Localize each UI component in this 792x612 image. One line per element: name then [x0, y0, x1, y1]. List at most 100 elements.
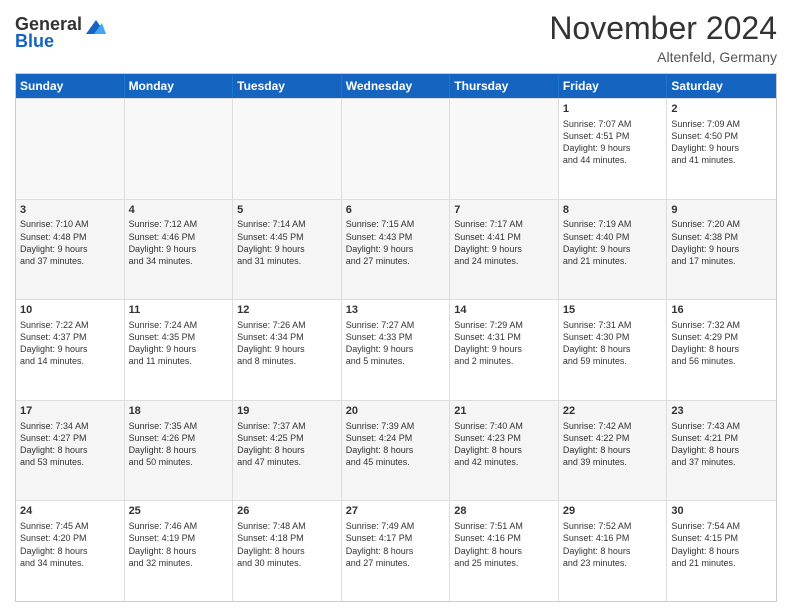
day-info: Sunrise: 7:24 AM Sunset: 4:35 PM Dayligh…	[129, 319, 229, 368]
calendar-cell	[16, 99, 125, 199]
day-info: Sunrise: 7:45 AM Sunset: 4:20 PM Dayligh…	[20, 520, 120, 569]
title-block: November 2024 Altenfeld, Germany	[549, 10, 777, 65]
location: Altenfeld, Germany	[549, 49, 777, 65]
day-info: Sunrise: 7:46 AM Sunset: 4:19 PM Dayligh…	[129, 520, 229, 569]
day-number: 18	[129, 404, 229, 419]
calendar-cell: 19Sunrise: 7:37 AM Sunset: 4:25 PM Dayli…	[233, 401, 342, 501]
calendar-cell: 7Sunrise: 7:17 AM Sunset: 4:41 PM Daylig…	[450, 200, 559, 300]
calendar-page: General Blue November 2024 Altenfeld, Ge…	[0, 0, 792, 612]
day-number: 3	[20, 203, 120, 218]
calendar-row: 17Sunrise: 7:34 AM Sunset: 4:27 PM Dayli…	[16, 400, 776, 501]
day-number: 22	[563, 404, 663, 419]
calendar-row: 1Sunrise: 7:07 AM Sunset: 4:51 PM Daylig…	[16, 98, 776, 199]
day-number: 20	[346, 404, 446, 419]
calendar-cell: 15Sunrise: 7:31 AM Sunset: 4:30 PM Dayli…	[559, 300, 668, 400]
calendar-cell: 6Sunrise: 7:15 AM Sunset: 4:43 PM Daylig…	[342, 200, 451, 300]
header-wednesday: Wednesday	[342, 74, 451, 98]
calendar-cell: 25Sunrise: 7:46 AM Sunset: 4:19 PM Dayli…	[125, 501, 234, 601]
day-info: Sunrise: 7:42 AM Sunset: 4:22 PM Dayligh…	[563, 420, 663, 469]
calendar-cell: 22Sunrise: 7:42 AM Sunset: 4:22 PM Dayli…	[559, 401, 668, 501]
day-number: 1	[563, 102, 663, 117]
calendar-row: 24Sunrise: 7:45 AM Sunset: 4:20 PM Dayli…	[16, 500, 776, 601]
day-number: 28	[454, 504, 554, 519]
calendar-cell: 4Sunrise: 7:12 AM Sunset: 4:46 PM Daylig…	[125, 200, 234, 300]
day-number: 10	[20, 303, 120, 318]
calendar-cell: 30Sunrise: 7:54 AM Sunset: 4:15 PM Dayli…	[667, 501, 776, 601]
calendar-cell: 14Sunrise: 7:29 AM Sunset: 4:31 PM Dayli…	[450, 300, 559, 400]
day-number: 16	[671, 303, 772, 318]
day-number: 29	[563, 504, 663, 519]
calendar-cell: 18Sunrise: 7:35 AM Sunset: 4:26 PM Dayli…	[125, 401, 234, 501]
day-info: Sunrise: 7:29 AM Sunset: 4:31 PM Dayligh…	[454, 319, 554, 368]
calendar-cell: 11Sunrise: 7:24 AM Sunset: 4:35 PM Dayli…	[125, 300, 234, 400]
day-number: 5	[237, 203, 337, 218]
calendar-cell	[450, 99, 559, 199]
calendar-cell: 17Sunrise: 7:34 AM Sunset: 4:27 PM Dayli…	[16, 401, 125, 501]
day-info: Sunrise: 7:35 AM Sunset: 4:26 PM Dayligh…	[129, 420, 229, 469]
day-number: 14	[454, 303, 554, 318]
day-number: 13	[346, 303, 446, 318]
calendar: Sunday Monday Tuesday Wednesday Thursday…	[15, 73, 777, 602]
day-number: 9	[671, 203, 772, 218]
calendar-cell	[342, 99, 451, 199]
day-info: Sunrise: 7:17 AM Sunset: 4:41 PM Dayligh…	[454, 218, 554, 267]
header-friday: Friday	[559, 74, 668, 98]
calendar-cell: 10Sunrise: 7:22 AM Sunset: 4:37 PM Dayli…	[16, 300, 125, 400]
calendar-cell: 26Sunrise: 7:48 AM Sunset: 4:18 PM Dayli…	[233, 501, 342, 601]
calendar-cell: 23Sunrise: 7:43 AM Sunset: 4:21 PM Dayli…	[667, 401, 776, 501]
day-number: 30	[671, 504, 772, 519]
day-number: 7	[454, 203, 554, 218]
day-info: Sunrise: 7:34 AM Sunset: 4:27 PM Dayligh…	[20, 420, 120, 469]
day-number: 24	[20, 504, 120, 519]
day-info: Sunrise: 7:26 AM Sunset: 4:34 PM Dayligh…	[237, 319, 337, 368]
calendar-cell: 8Sunrise: 7:19 AM Sunset: 4:40 PM Daylig…	[559, 200, 668, 300]
day-info: Sunrise: 7:43 AM Sunset: 4:21 PM Dayligh…	[671, 420, 772, 469]
day-info: Sunrise: 7:51 AM Sunset: 4:16 PM Dayligh…	[454, 520, 554, 569]
day-info: Sunrise: 7:22 AM Sunset: 4:37 PM Dayligh…	[20, 319, 120, 368]
day-number: 15	[563, 303, 663, 318]
day-number: 6	[346, 203, 446, 218]
day-number: 12	[237, 303, 337, 318]
header-monday: Monday	[125, 74, 234, 98]
calendar-cell: 28Sunrise: 7:51 AM Sunset: 4:16 PM Dayli…	[450, 501, 559, 601]
calendar-cell: 2Sunrise: 7:09 AM Sunset: 4:50 PM Daylig…	[667, 99, 776, 199]
logo-icon	[84, 16, 106, 34]
day-info: Sunrise: 7:20 AM Sunset: 4:38 PM Dayligh…	[671, 218, 772, 267]
calendar-cell: 13Sunrise: 7:27 AM Sunset: 4:33 PM Dayli…	[342, 300, 451, 400]
day-number: 27	[346, 504, 446, 519]
calendar-cell: 12Sunrise: 7:26 AM Sunset: 4:34 PM Dayli…	[233, 300, 342, 400]
day-number: 4	[129, 203, 229, 218]
calendar-cell: 27Sunrise: 7:49 AM Sunset: 4:17 PM Dayli…	[342, 501, 451, 601]
page-header: General Blue November 2024 Altenfeld, Ge…	[15, 10, 777, 65]
calendar-cell: 16Sunrise: 7:32 AM Sunset: 4:29 PM Dayli…	[667, 300, 776, 400]
calendar-cell	[233, 99, 342, 199]
calendar-cell: 5Sunrise: 7:14 AM Sunset: 4:45 PM Daylig…	[233, 200, 342, 300]
day-number: 2	[671, 102, 772, 117]
day-info: Sunrise: 7:52 AM Sunset: 4:16 PM Dayligh…	[563, 520, 663, 569]
header-saturday: Saturday	[667, 74, 776, 98]
day-number: 26	[237, 504, 337, 519]
day-number: 25	[129, 504, 229, 519]
calendar-cell: 24Sunrise: 7:45 AM Sunset: 4:20 PM Dayli…	[16, 501, 125, 601]
day-info: Sunrise: 7:32 AM Sunset: 4:29 PM Dayligh…	[671, 319, 772, 368]
day-info: Sunrise: 7:07 AM Sunset: 4:51 PM Dayligh…	[563, 118, 663, 167]
day-info: Sunrise: 7:09 AM Sunset: 4:50 PM Dayligh…	[671, 118, 772, 167]
day-number: 23	[671, 404, 772, 419]
calendar-cell: 21Sunrise: 7:40 AM Sunset: 4:23 PM Dayli…	[450, 401, 559, 501]
day-number: 19	[237, 404, 337, 419]
calendar-cell: 9Sunrise: 7:20 AM Sunset: 4:38 PM Daylig…	[667, 200, 776, 300]
calendar-cell: 1Sunrise: 7:07 AM Sunset: 4:51 PM Daylig…	[559, 99, 668, 199]
day-info: Sunrise: 7:14 AM Sunset: 4:45 PM Dayligh…	[237, 218, 337, 267]
day-info: Sunrise: 7:48 AM Sunset: 4:18 PM Dayligh…	[237, 520, 337, 569]
header-thursday: Thursday	[450, 74, 559, 98]
calendar-cell	[125, 99, 234, 199]
logo: General Blue	[15, 14, 106, 52]
day-info: Sunrise: 7:54 AM Sunset: 4:15 PM Dayligh…	[671, 520, 772, 569]
day-number: 11	[129, 303, 229, 318]
day-info: Sunrise: 7:31 AM Sunset: 4:30 PM Dayligh…	[563, 319, 663, 368]
calendar-row: 3Sunrise: 7:10 AM Sunset: 4:48 PM Daylig…	[16, 199, 776, 300]
day-number: 8	[563, 203, 663, 218]
calendar-cell: 20Sunrise: 7:39 AM Sunset: 4:24 PM Dayli…	[342, 401, 451, 501]
day-info: Sunrise: 7:49 AM Sunset: 4:17 PM Dayligh…	[346, 520, 446, 569]
header-sunday: Sunday	[16, 74, 125, 98]
